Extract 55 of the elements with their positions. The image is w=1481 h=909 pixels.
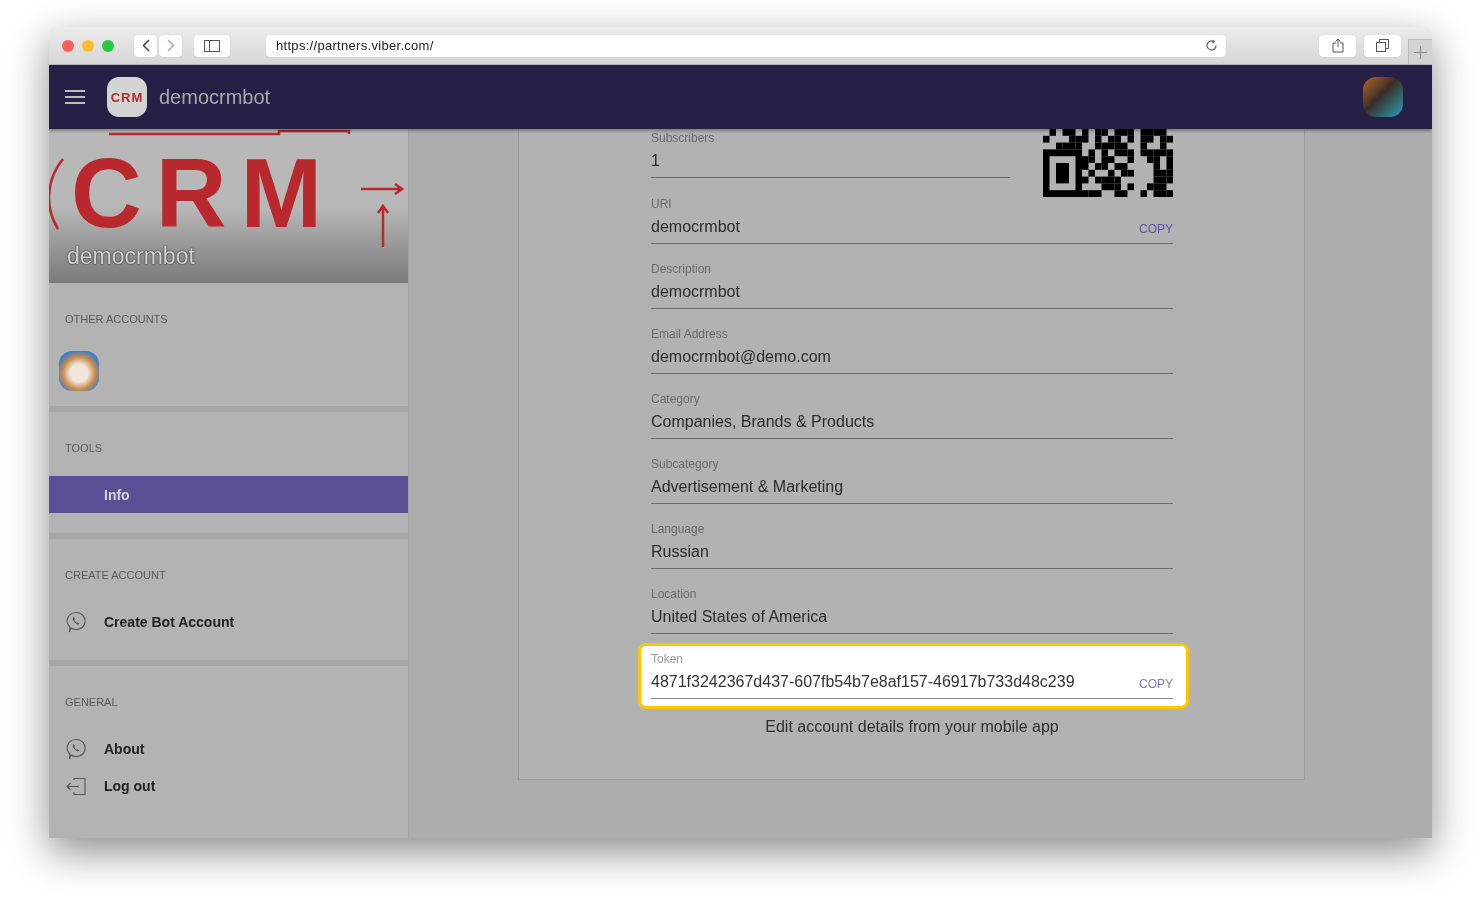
field-label: Subcategory: [651, 457, 720, 471]
chevron-left-icon: [141, 39, 150, 52]
field-label: Location: [651, 587, 698, 601]
share-icon: [1331, 38, 1344, 53]
field-value: democrmbot: [651, 282, 740, 302]
field-value: 4871f3242367d437-607fb54b7e8af157-46917b733d48c239: [651, 672, 1075, 692]
new-tab-button[interactable]: [1408, 39, 1432, 64]
field-label: Description: [651, 262, 713, 276]
user-avatar[interactable]: [1363, 77, 1403, 117]
logo-text: CRM: [110, 89, 144, 105]
field-value: Companies, Brands & Products: [651, 412, 875, 432]
sidebar-item[interactable]: Create Bot Account: [49, 603, 408, 640]
logo-arc-drawing: [49, 158, 64, 230]
plus-icon: [1414, 45, 1427, 59]
field-label: Email Address: [651, 327, 729, 341]
field-label: Category: [651, 392, 701, 406]
close-button[interactable]: [62, 39, 74, 52]
url-text: https://partners.viber.com/: [276, 38, 434, 53]
field-label: URI: [651, 197, 673, 211]
field-label: Token: [651, 652, 685, 666]
chat-bubble-icon: [65, 737, 87, 760]
section-title: OTHER ACCOUNTS: [64, 312, 169, 326]
account-avatar[interactable]: [59, 351, 99, 391]
menu-icon[interactable]: [65, 90, 85, 104]
section-title: CREATE ACCOUNT: [64, 568, 167, 582]
share-button[interactable]: [1319, 34, 1356, 57]
sidebar-item[interactable]: Info: [49, 476, 408, 513]
tabs-icon: [1376, 39, 1389, 52]
sidebar-button[interactable]: [194, 34, 230, 57]
field-value: Advertisement & Marketing: [651, 477, 844, 497]
field-value: United States of America: [651, 607, 828, 627]
field-value: Russian: [651, 542, 709, 562]
field-label: Subscribers: [651, 131, 716, 145]
sidebar-item[interactable]: Log out: [49, 767, 408, 804]
address-bar[interactable]: https://partners.viber.com/: [266, 34, 1226, 57]
sidebar-item[interactable]: About: [49, 730, 408, 767]
zoom-button[interactable]: [102, 39, 114, 52]
up-arrow-icon: [376, 203, 390, 249]
sidebar-icon: [204, 39, 220, 52]
section-title: TOOLS: [64, 441, 104, 455]
account-title: democrmbot: [159, 85, 272, 109]
field-value: 1: [651, 151, 660, 171]
back-button[interactable]: [134, 34, 157, 57]
section-title: GENERAL: [64, 695, 119, 709]
field-value: democrmbot@demo.com: [651, 347, 831, 367]
right-arrow-icon: [359, 182, 405, 196]
chevron-right-icon: [166, 39, 175, 52]
account-name: democrmbot: [67, 243, 195, 269]
field-value: democrmbot: [651, 217, 740, 237]
chat-bubble-icon: [65, 610, 87, 633]
field-label: Language: [651, 522, 706, 536]
hint-text: Edit account details from your mobile app: [764, 718, 1060, 736]
reload-icon[interactable]: [1205, 39, 1218, 52]
tabs-button[interactable]: [1364, 34, 1401, 57]
copy-button[interactable]: COPY: [1139, 677, 1173, 693]
